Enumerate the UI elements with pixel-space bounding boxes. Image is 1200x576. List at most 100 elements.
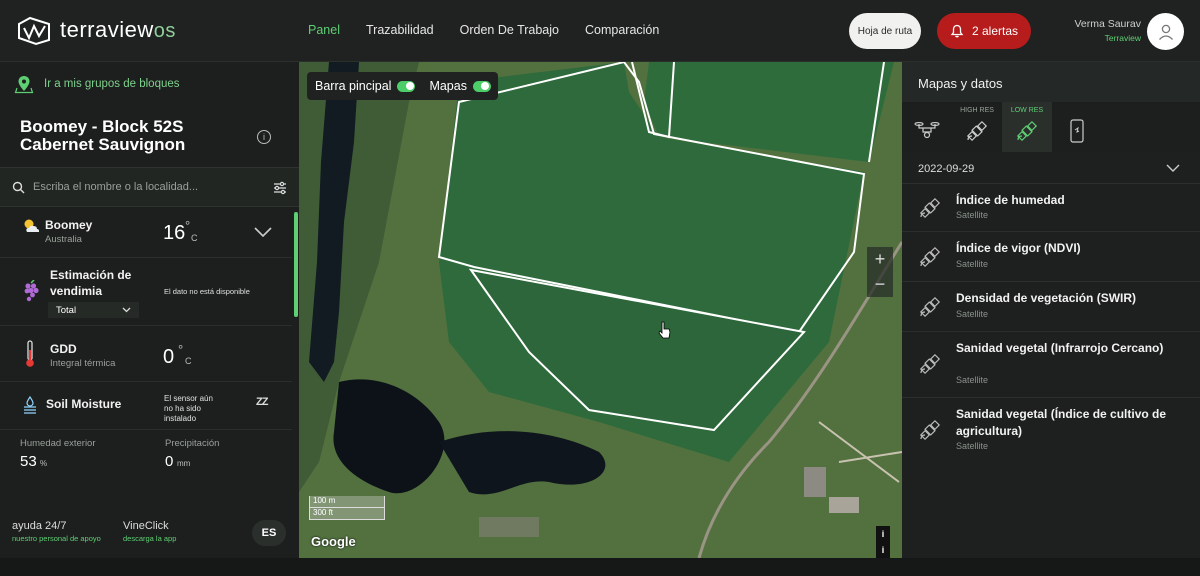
date-value: 2022-09-29 [918, 163, 975, 175]
info-icon: i [881, 529, 885, 539]
layer-name: Sanidad vegetal (Índice de cultivo de ag… [956, 407, 1167, 438]
scale-feet: 300 ft [309, 508, 385, 520]
block-groups-link[interactable]: Ir a mis grupos de bloques [14, 74, 180, 94]
search-bar[interactable]: Escriba el nombre o la localidad... [0, 167, 299, 207]
info-icon: i [881, 545, 885, 555]
soil-status-1: El sensor aún [164, 394, 213, 403]
harvest-row: Estimación de vendimia Total El dato no … [0, 258, 292, 326]
nav-work-order[interactable]: Orden De Trabajo [460, 23, 559, 37]
avatar[interactable] [1147, 13, 1184, 50]
partly-sunny-icon [24, 219, 40, 232]
gdd-sub: Integral térmica [50, 358, 116, 369]
logo-suffix: os [153, 20, 176, 42]
zoom-out-button[interactable]: − [875, 274, 886, 295]
main-bar-toggle[interactable]: Barra pincipal [315, 79, 416, 93]
map-pin-icon [14, 76, 34, 94]
alerts-label: 2 alertas [971, 24, 1019, 38]
info-icon[interactable]: i [257, 130, 271, 144]
soil-status: El sensor aún no ha sido instalado [164, 394, 213, 424]
tab-drone[interactable] [902, 102, 952, 152]
vineclick-sub: descarga la app [123, 534, 177, 543]
weather-temp-degree: ° [185, 218, 191, 233]
block-name: Boomey - Block 52S [20, 117, 184, 136]
satellite-icon [966, 120, 988, 142]
sleep-icon: ZZ [256, 396, 268, 408]
weather-temp: 16 [163, 222, 186, 244]
help-link[interactable]: ayuda 24/7 nuestro personal de apoyo [12, 520, 101, 543]
layer-item[interactable]: Índice de vigor (NDVI) Satellite [902, 232, 1200, 282]
weather-country: Australia [45, 234, 82, 245]
soil-status-3: instalado [164, 414, 197, 423]
alerts-button[interactable]: 2 alertas [937, 13, 1031, 49]
layer-item[interactable]: Sanidad vegetal (Infrarrojo Cercano) Sat… [902, 332, 1200, 398]
logo[interactable]: terraviewos [16, 14, 176, 46]
harvest-select[interactable]: Total [48, 302, 139, 318]
layer-name: Densidad de vegetación (SWIR) [956, 291, 1137, 305]
logo-text: terraviewos [60, 17, 176, 42]
tab-low-res[interactable]: LOW RES [1002, 102, 1052, 152]
nav-panel[interactable]: Panel [308, 23, 340, 37]
harvest-select-value: Total [56, 304, 77, 316]
satellite-icon [919, 197, 941, 219]
gdd-degree: ° [178, 342, 184, 357]
layer-source: Satellite [956, 309, 989, 319]
drone-icon [914, 122, 940, 139]
layer-item[interactable]: Índice de humedad Satellite [902, 184, 1200, 232]
nav-traceability[interactable]: Trazabilidad [366, 23, 434, 37]
map-toggles: Barra pincipal Mapas [307, 72, 498, 100]
user-name: Verma Saurav [1074, 18, 1141, 30]
maps-toggle[interactable]: Mapas [429, 79, 491, 93]
zoom-in-button[interactable]: + [875, 249, 886, 270]
user-org: Terraview [1104, 33, 1141, 43]
weather-location: Boomey [45, 218, 93, 232]
layer-source: Satellite [956, 259, 989, 269]
precip-value: 0 [165, 453, 174, 470]
satellite-icon [1016, 120, 1038, 142]
vineclick-link[interactable]: VineClick descarga la app [123, 520, 176, 543]
harvest-status: El dato no está disponible [164, 287, 250, 296]
soil-label: Soil Moisture [46, 397, 122, 411]
weather-row: Boomey Australia 16 ° C [0, 208, 292, 258]
bell-icon [950, 24, 964, 38]
gdd-unit: C [185, 356, 192, 366]
left-panel: Ir a mis grupos de bloques Boomey - Bloc… [0, 62, 299, 558]
map-imagery [299, 62, 902, 558]
map-scale: 100 m 300 ft [309, 496, 385, 520]
satellite-icon [919, 419, 941, 441]
date-selector[interactable]: 2022-09-29 [902, 152, 1200, 184]
vineclick-title: VineClick [123, 520, 169, 532]
google-attribution: Google [311, 534, 356, 549]
chevron-down-icon [1166, 164, 1180, 172]
soil-moisture-row: Soil Moisture El sensor aún no ha sido i… [0, 382, 292, 430]
map-info-button[interactable]: i i [876, 526, 890, 558]
grapes-icon [24, 280, 39, 302]
tab-high-res[interactable]: HIGH RES [952, 102, 1002, 152]
soil-status-2: no ha sido [164, 404, 201, 413]
gdd-label: GDD [50, 342, 77, 356]
filter-icon[interactable] [272, 180, 288, 196]
language-button[interactable]: ES [252, 520, 286, 546]
weather-temp-unit: C [191, 233, 198, 243]
harvest-label-1: Estimación de [50, 268, 132, 282]
maps-toggle-label: Mapas [429, 79, 467, 93]
harvest-label-2: vendimia [50, 284, 103, 298]
layer-item[interactable]: Sanidad vegetal (Índice de cultivo de ag… [902, 398, 1200, 464]
user-info[interactable]: Verma Saurav Terraview [1060, 18, 1141, 43]
satellite-map[interactable]: Barra pincipal Mapas + − 100 m 300 ft Go… [299, 62, 902, 558]
search-input[interactable]: Escriba el nombre o la localidad... [33, 181, 198, 193]
satellite-icon [919, 353, 941, 375]
scrollbar[interactable] [294, 212, 298, 317]
thermometer-icon [26, 340, 34, 367]
chevron-down-icon[interactable] [254, 227, 272, 237]
humidity-label: Humedad exterior [20, 438, 96, 449]
nav-comparison[interactable]: Comparación [585, 23, 659, 37]
layer-item[interactable]: Densidad de vegetación (SWIR) Satellite [902, 282, 1200, 332]
gdd-value: 0 [163, 346, 175, 368]
humidity-value: 53 [20, 453, 37, 470]
bottom-bar [0, 558, 1200, 576]
layer-source: Satellite [956, 441, 989, 451]
soil-moisture-icon [24, 396, 36, 414]
route-sheet-button[interactable]: Hoja de ruta [849, 13, 921, 49]
tab-phone[interactable] [1052, 102, 1102, 152]
help-title: ayuda 24/7 [12, 520, 67, 532]
